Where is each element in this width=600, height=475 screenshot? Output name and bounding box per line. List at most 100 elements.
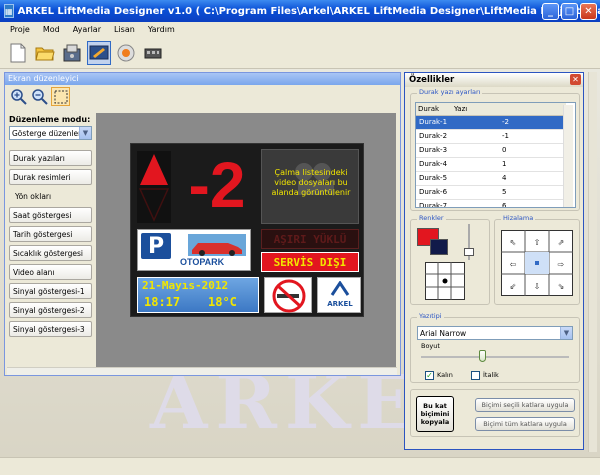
colors-group-label: Renkler <box>417 214 446 222</box>
table-row[interactable]: Durak-6 5 <box>416 185 566 200</box>
maximize-button[interactable]: □ <box>561 3 578 20</box>
item-durak-resimleri[interactable]: Durak resimleri <box>9 169 92 185</box>
color-slider-thumb[interactable] <box>464 248 474 256</box>
svg-text:⇙: ⇙ <box>510 282 517 291</box>
minimize-button[interactable]: _ <box>542 3 559 20</box>
menu-bar: Proje Mod Ayarlar Lisan Yardım <box>0 22 600 37</box>
apply-all-button[interactable]: Biçimi tüm katlara uygula <box>475 417 575 431</box>
floor-text-table[interactable]: Durak Yazı Durak-1 -2 Durak-2 -1 Durak-3 0 D… <box>415 102 576 208</box>
item-tarih-gostergesi[interactable]: Tarih göstergesi <box>9 226 92 242</box>
table-row[interactable]: Durak-7 6 <box>416 199 566 207</box>
menu-ayarlar[interactable]: Ayarlar <box>73 25 101 34</box>
main-toolbar <box>0 37 600 69</box>
chevron-down-icon[interactable]: ▼ <box>79 127 91 139</box>
chevron-down-icon[interactable]: ▼ <box>560 327 572 339</box>
alignment-grid-icon[interactable]: ⇖ ⇧ ⇗ ⇦ ⇨ ⇙ ⇩ ⇘ <box>501 230 573 296</box>
item-sicaklik-gostergesi[interactable]: Sıcaklık göstergesi <box>9 245 92 261</box>
table-row[interactable]: Durak-2 -1 <box>416 129 566 144</box>
row-text: 0 <box>452 143 566 158</box>
properties-title-text: Özellikler <box>409 75 455 85</box>
date-time-panel[interactable]: 21-Mayıs-2012 18:17 18°C <box>137 277 259 313</box>
bold-checkbox[interactable]: ✓ <box>425 371 434 380</box>
edit-mode-icon[interactable] <box>87 40 111 65</box>
zoom-in-icon[interactable] <box>9 87 28 106</box>
table-row[interactable]: Durak-3 0 <box>416 143 566 158</box>
row-text: 4 <box>452 171 566 186</box>
svg-text:⇨: ⇨ <box>558 260 565 269</box>
main-scrollbar[interactable] <box>588 72 597 452</box>
zoom-out-icon[interactable] <box>30 87 49 106</box>
row-floor: Durak-2 <box>416 129 452 144</box>
alignment-group-label: Hizalama <box>501 214 536 222</box>
background-color-swatch[interactable] <box>430 239 448 255</box>
col-text[interactable]: Yazı <box>452 103 566 116</box>
item-durak-yazilari[interactable]: Durak yazıları <box>9 150 92 166</box>
open-folder-icon[interactable] <box>33 41 57 65</box>
menu-yardim[interactable]: Yardım <box>148 25 175 34</box>
item-sinyal-1[interactable]: Sinyal göstergesi-1 <box>9 283 92 299</box>
out-of-service-indicator[interactable]: SERVİS DIŞI <box>261 252 359 272</box>
menu-mod[interactable]: Mod <box>43 25 60 34</box>
horizontal-scrollbar[interactable] <box>7 367 397 375</box>
brand-text: ARKEL <box>327 300 353 308</box>
table-row[interactable]: Durak-5 4 <box>416 171 566 186</box>
size-slider-thumb[interactable] <box>479 350 486 362</box>
bold-label: Kalın <box>437 371 453 379</box>
new-file-icon[interactable] <box>6 41 30 65</box>
date-display: 21-Mayıs-2012 <box>142 279 229 292</box>
floor-number[interactable]: -2 <box>177 148 257 222</box>
close-button[interactable]: ✕ <box>580 3 597 20</box>
close-icon[interactable]: ✕ <box>570 74 581 85</box>
status-bar <box>0 457 600 475</box>
item-video-alani[interactable]: Video alanı <box>9 264 92 280</box>
row-text: -1 <box>452 129 566 144</box>
border-grid-icon[interactable] <box>425 262 465 300</box>
row-floor: Durak-4 <box>416 157 452 172</box>
row-floor: Durak-1 <box>416 115 452 130</box>
time-display: 18:17 <box>144 295 181 309</box>
preview-icon[interactable] <box>114 41 138 65</box>
car-icon <box>188 234 246 256</box>
svg-text:⇘: ⇘ <box>558 282 565 291</box>
svg-text:⇖: ⇖ <box>510 238 517 247</box>
table-row[interactable]: Durak-1 -2 <box>416 115 566 130</box>
svg-text:⇧: ⇧ <box>534 238 541 247</box>
table-row[interactable]: Durak-4 1 <box>416 157 566 172</box>
select-tool-icon[interactable] <box>51 87 70 106</box>
window-title: ARKEL LiftMedia Designer v1.0 ( C:\Progr… <box>17 5 600 17</box>
apply-selected-button[interactable]: Biçimi seçili katlara uygula <box>475 398 575 412</box>
mode-label: Düzenleme modu: <box>9 115 91 124</box>
font-group-label: Yazıtipi <box>417 312 444 320</box>
row-floor: Durak-7 <box>416 199 452 207</box>
row-floor: Durak-6 <box>416 185 452 200</box>
no-smoking-icon[interactable] <box>264 277 312 313</box>
copy-format-button[interactable]: Bu kat biçimini kopyala <box>416 396 454 432</box>
row-floor: Durak-5 <box>416 171 452 186</box>
parking-image[interactable]: P OTOPARK <box>137 229 251 271</box>
italic-checkbox[interactable] <box>471 371 480 380</box>
mode-select[interactable]: Gösterge düzenlem ▼ <box>9 126 92 140</box>
save-icon[interactable] <box>60 41 84 65</box>
item-saat-gostergesi[interactable]: Saat göstergesi <box>9 207 92 223</box>
item-yon-oklari[interactable]: Yön okları <box>9 188 92 204</box>
table-scrollbar[interactable] <box>563 105 573 207</box>
item-sinyal-3[interactable]: Sinyal göstergesi-3 <box>9 321 92 337</box>
title-bar[interactable]: ▦ ARKEL LiftMedia Designer v1.0 ( C:\Pro… <box>0 0 600 22</box>
device-icon[interactable] <box>141 41 165 65</box>
overload-indicator[interactable]: AŞIRI YÜKLÜ <box>261 229 359 249</box>
font-select[interactable]: Arial Narrow ▼ <box>417 326 573 340</box>
display-preview[interactable]: -2 Çalma listesindeki video dosyaları bu… <box>130 143 364 317</box>
item-sinyal-2[interactable]: Sinyal göstergesi-2 <box>9 302 92 318</box>
menu-proje[interactable]: Proje <box>10 25 30 34</box>
arkel-logo[interactable]: ARKEL <box>317 277 361 313</box>
row-text: -2 <box>452 115 566 130</box>
size-slider-track[interactable] <box>421 356 569 358</box>
col-floor[interactable]: Durak <box>416 103 452 116</box>
italic-label: İtalik <box>483 371 499 379</box>
menu-lisan[interactable]: Lisan <box>114 25 135 34</box>
direction-arrows-icon[interactable] <box>137 151 171 223</box>
video-area[interactable]: Çalma listesindeki video dosyaları bu al… <box>261 149 359 224</box>
properties-title: Özellikler ✕ <box>405 73 583 87</box>
app-window: ARKEL ▦ ARKEL LiftMedia Designer v1.0 ( … <box>0 0 600 475</box>
row-text: 6 <box>452 199 566 207</box>
